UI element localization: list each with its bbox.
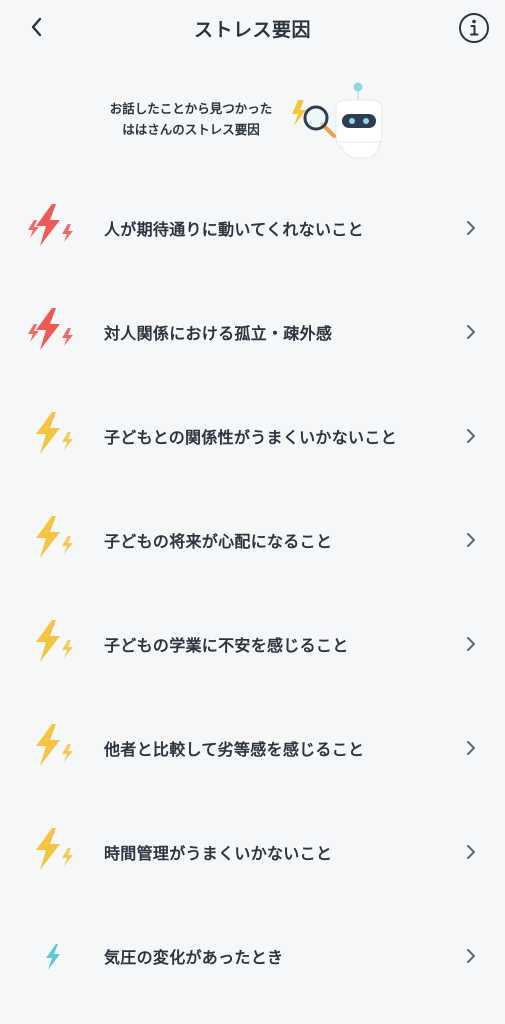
lightning-icon <box>36 412 73 454</box>
stress-factor-row[interactable]: 人が期待通りに動いてくれないこと <box>0 176 505 280</box>
chevron-right-icon <box>467 325 475 339</box>
hero-line-1: お話したことから見つかった <box>109 101 273 116</box>
hero-text: お話したことから見つかった ははさんのストレス要因 <box>96 98 286 140</box>
lightning-icon <box>46 944 60 970</box>
page-title: ストレス要因 <box>193 19 311 41</box>
lightning-icon <box>36 620 73 662</box>
chevron-right-icon <box>467 429 475 443</box>
stress-factor-label: 子どもの学業に不安を感じること <box>104 636 349 655</box>
chevron-right-icon <box>467 637 475 651</box>
magnifier-icon <box>303 105 336 138</box>
stress-factor-label: 時間管理がうまくいかないこと <box>104 844 333 863</box>
lightning-icon <box>36 828 73 870</box>
stress-factor-row[interactable]: 気圧の変化があったとき <box>0 904 505 1008</box>
stress-factor-row[interactable]: 子どもの将来が心配になること <box>0 488 505 592</box>
header: ストレス要因 <box>0 0 505 58</box>
stress-factor-row[interactable]: 子どもとの関係性がうまくいかないこと <box>0 384 505 488</box>
info-icon <box>459 13 489 43</box>
stress-factor-label: 他者と比較して劣等感を感じること <box>104 740 365 759</box>
stress-factor-label: 子どもの将来が心配になること <box>104 532 333 551</box>
lightning-icon <box>28 308 73 350</box>
robot-mascot-illustration <box>292 82 383 159</box>
stress-factor-label: 人が期待通りに動いてくれないこと <box>104 220 364 239</box>
lightning-icon <box>292 100 306 126</box>
chevron-right-icon <box>467 949 475 963</box>
chevron-right-icon <box>467 741 475 755</box>
lightning-icon <box>28 204 73 246</box>
hero-banner: お話したことから見つかった ははさんのストレス要因 <box>0 70 505 170</box>
stress-factor-row[interactable]: 他者と比較して劣等感を感じること <box>0 696 505 800</box>
stress-factor-row[interactable]: 対人関係における孤立・疎外感 <box>0 280 505 384</box>
stress-factor-label: 気圧の変化があったとき <box>104 948 284 967</box>
hero-line-2: ははさんのストレス要因 <box>122 122 260 137</box>
chevron-right-icon <box>467 221 475 235</box>
stress-factor-row[interactable]: 時間管理がうまくいかないこと <box>0 800 505 904</box>
stress-factor-label: 子どもとの関係性がうまくいかないこと <box>104 428 397 447</box>
chevron-right-icon <box>467 845 475 859</box>
lightning-icon <box>36 724 73 766</box>
robot-icon <box>335 82 383 159</box>
stress-factor-row[interactable]: 子どもの学業に不安を感じること <box>0 592 505 696</box>
chevron-right-icon <box>467 533 475 547</box>
info-button[interactable] <box>458 12 490 44</box>
lightning-icon <box>36 516 73 558</box>
stress-factor-list: 人が期待通りに動いてくれないこと 対人関係における孤立・疎外感 子どもとの関係性… <box>0 176 505 1008</box>
stress-factor-label: 対人関係における孤立・疎外感 <box>104 324 333 343</box>
